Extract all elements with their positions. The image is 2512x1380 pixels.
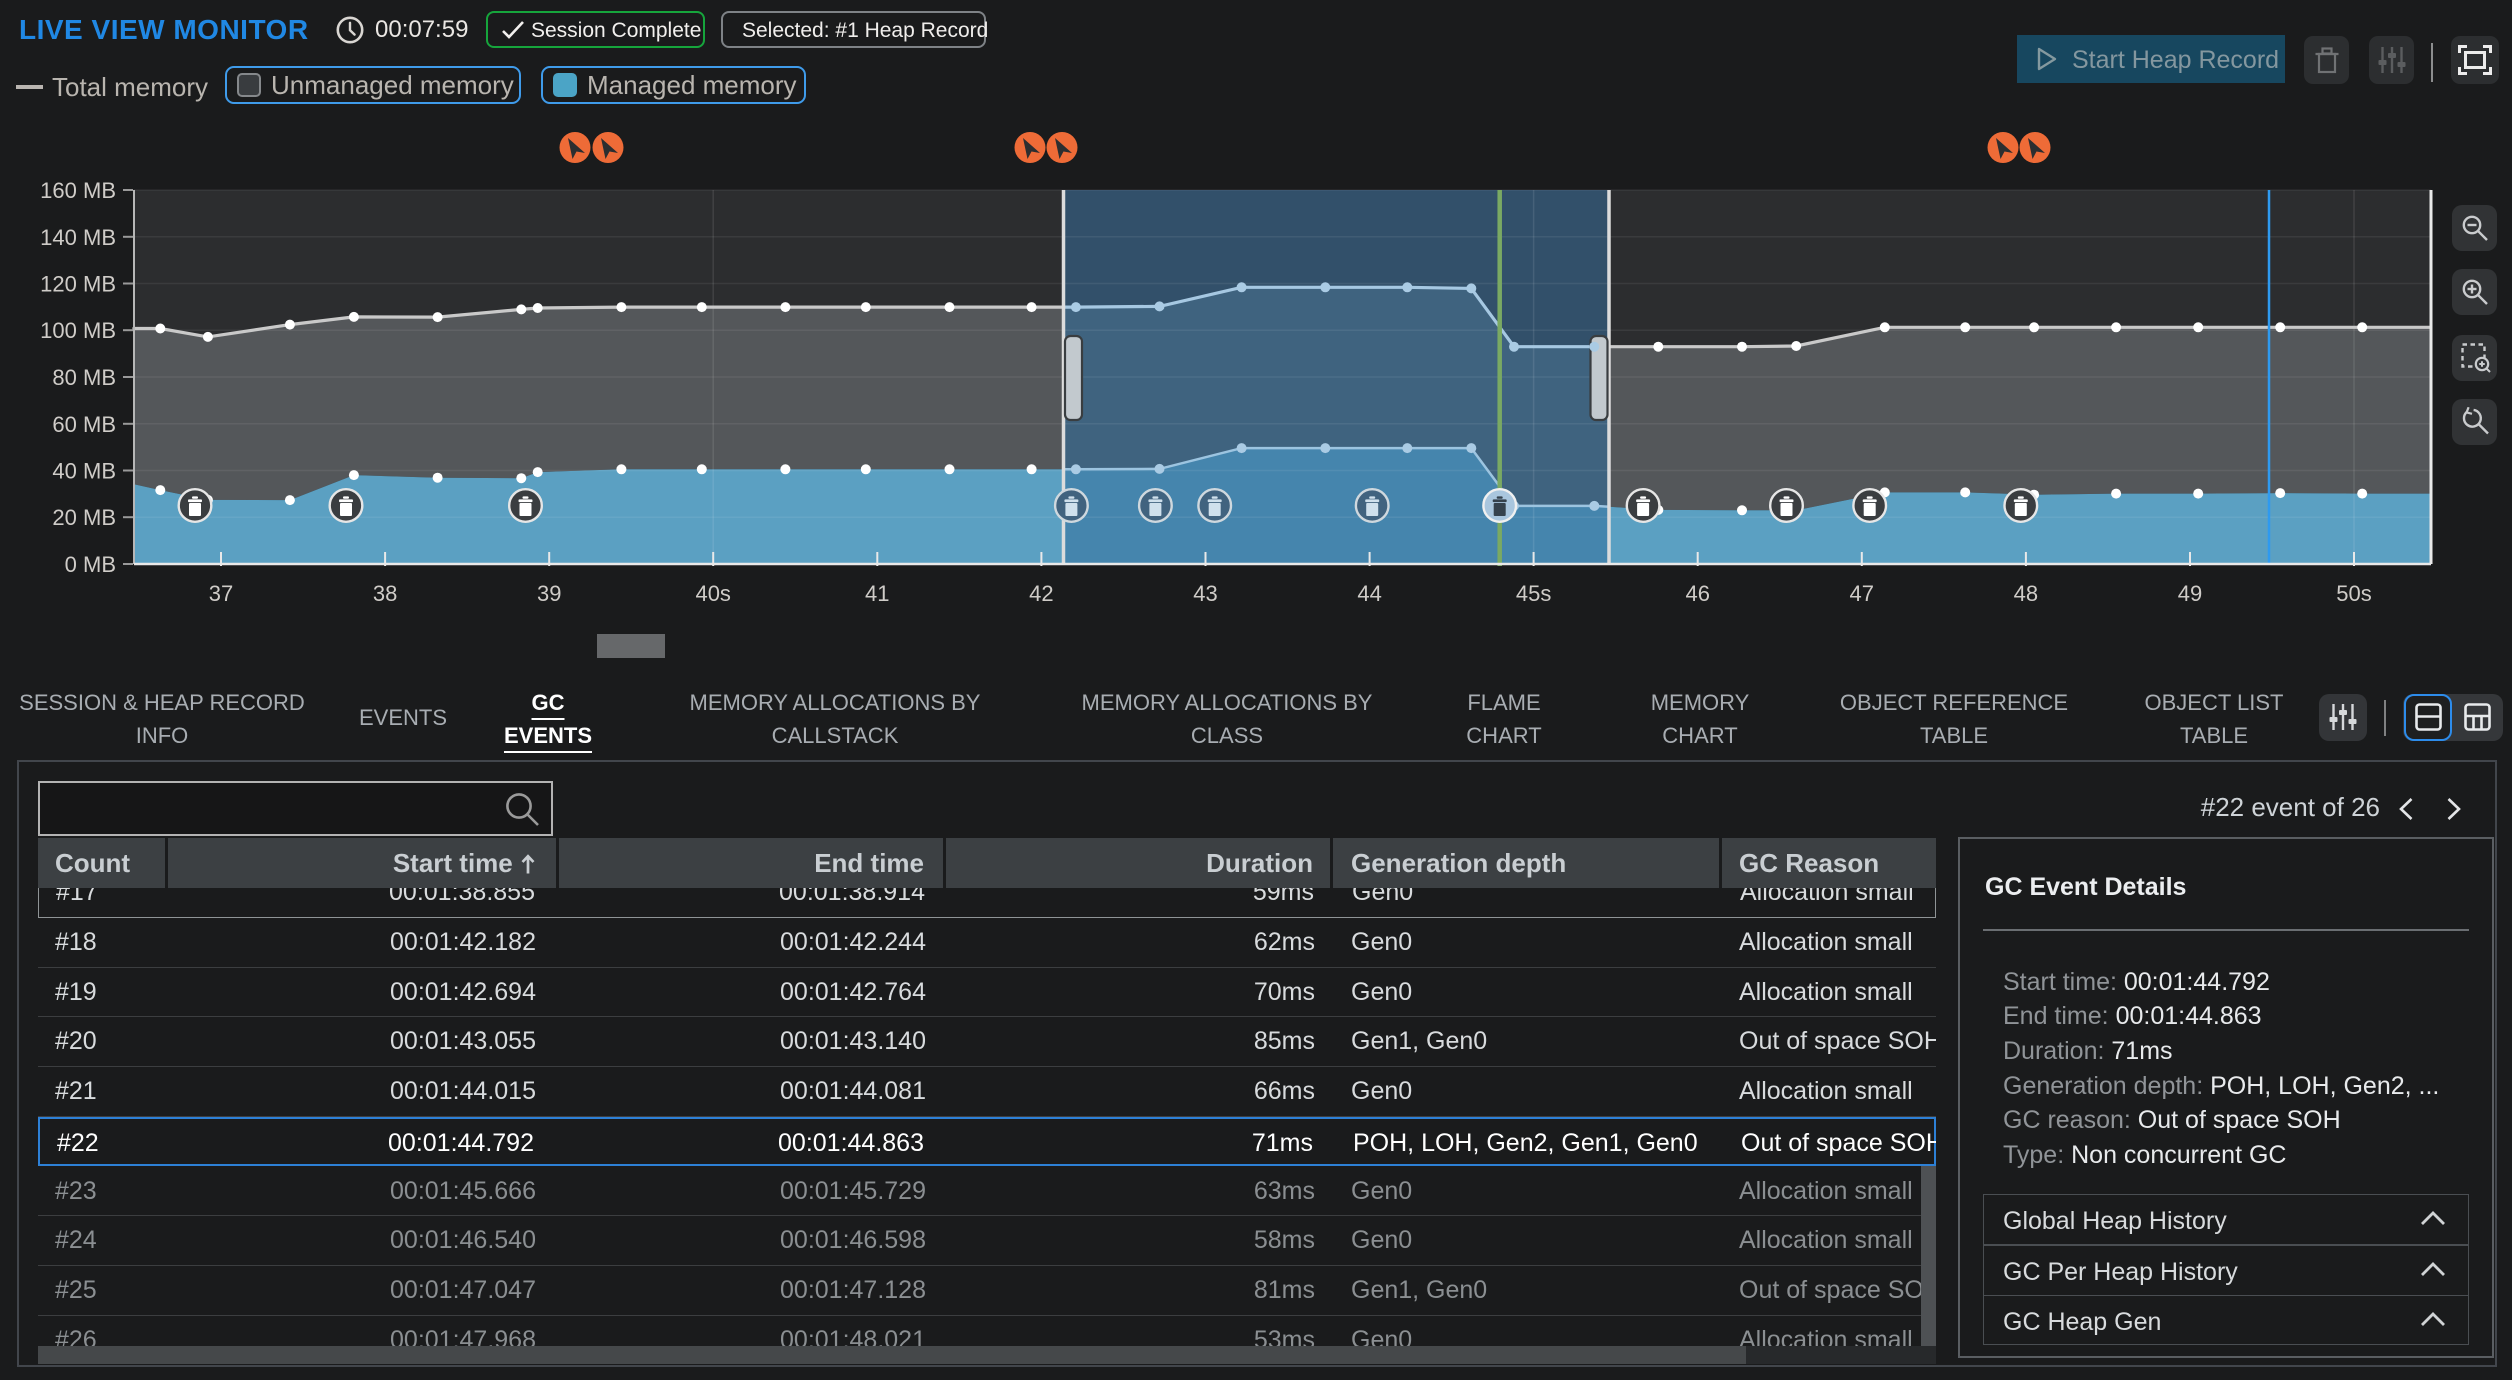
svg-text:37: 37: [209, 581, 233, 606]
svg-text:41: 41: [865, 581, 889, 606]
svg-text:48: 48: [2014, 581, 2038, 606]
svg-text:47: 47: [1850, 581, 1874, 606]
svg-text:100 MB: 100 MB: [40, 318, 116, 343]
svg-text:42: 42: [1029, 581, 1053, 606]
svg-text:39: 39: [537, 581, 561, 606]
svg-text:49: 49: [2178, 581, 2202, 606]
svg-text:45s: 45s: [1516, 581, 1551, 606]
svg-text:40s: 40s: [695, 581, 730, 606]
svg-text:20 MB: 20 MB: [52, 505, 116, 530]
svg-text:50s: 50s: [2336, 581, 2371, 606]
svg-text:40 MB: 40 MB: [52, 459, 116, 484]
svg-text:160 MB: 160 MB: [40, 178, 116, 203]
svg-text:46: 46: [1685, 581, 1709, 606]
svg-text:38: 38: [373, 581, 397, 606]
svg-text:140 MB: 140 MB: [40, 225, 116, 250]
svg-text:60 MB: 60 MB: [52, 412, 116, 437]
svg-text:0 MB: 0 MB: [65, 552, 116, 577]
svg-text:80 MB: 80 MB: [52, 365, 116, 390]
svg-text:120 MB: 120 MB: [40, 272, 116, 297]
svg-text:44: 44: [1357, 581, 1381, 606]
svg-text:43: 43: [1193, 581, 1217, 606]
